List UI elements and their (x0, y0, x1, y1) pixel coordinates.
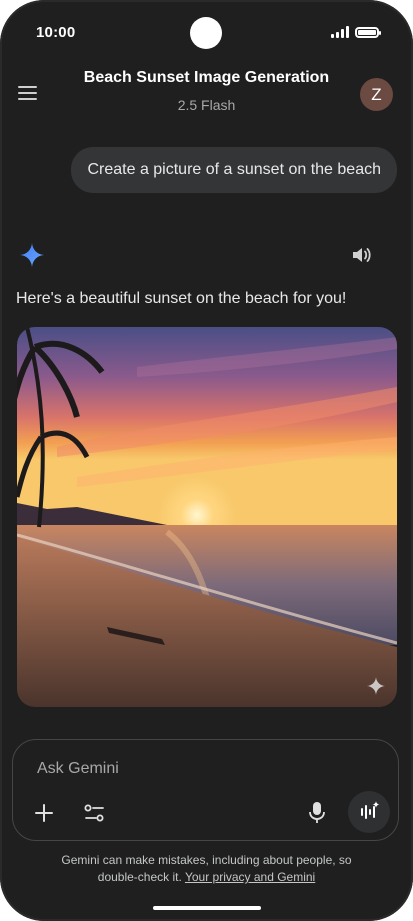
signal-icon (331, 26, 349, 38)
prompt-composer[interactable]: Ask Gemini (12, 739, 399, 841)
menu-icon[interactable] (18, 86, 38, 100)
disclaimer-line2: double-check it. (97, 870, 182, 884)
avatar[interactable]: Z (360, 78, 393, 111)
disclaimer: Gemini can make mistakes, including abou… (30, 852, 383, 886)
disclaimer-line1: Gemini can make mistakes, including abou… (61, 853, 352, 867)
home-indicator[interactable] (153, 906, 261, 910)
plus-icon[interactable] (31, 800, 57, 826)
generated-image[interactable] (17, 327, 397, 707)
assistant-reply: Here's a beautiful sunset on the beach f… (16, 290, 347, 307)
gemini-sparkle-icon (20, 243, 44, 267)
sunset-beach-image (17, 327, 397, 707)
camera-cutout (190, 17, 222, 49)
sparkle-icon (367, 677, 385, 695)
model-label[interactable]: 2.5 Flash (60, 97, 353, 113)
tools-icon[interactable] (82, 800, 108, 826)
live-icon (361, 801, 380, 819)
phone-screen: 10:00 Beach Sunset Image Generation 2.5 … (0, 0, 413, 921)
prompt-input[interactable]: Ask Gemini (37, 760, 119, 778)
top-app-bar: Beach Sunset Image Generation 2.5 Flash … (0, 62, 413, 122)
mic-icon[interactable] (306, 800, 328, 826)
battery-icon (355, 26, 381, 38)
user-message: Create a picture of a sunset on the beac… (71, 147, 397, 193)
live-button[interactable] (348, 791, 390, 833)
status-icons (331, 26, 381, 38)
speaker-icon[interactable] (351, 245, 373, 265)
conversation-title[interactable]: Beach Sunset Image Generation (60, 69, 353, 87)
status-time: 10:00 (36, 24, 76, 41)
privacy-link[interactable]: Your privacy and Gemini (185, 870, 315, 884)
